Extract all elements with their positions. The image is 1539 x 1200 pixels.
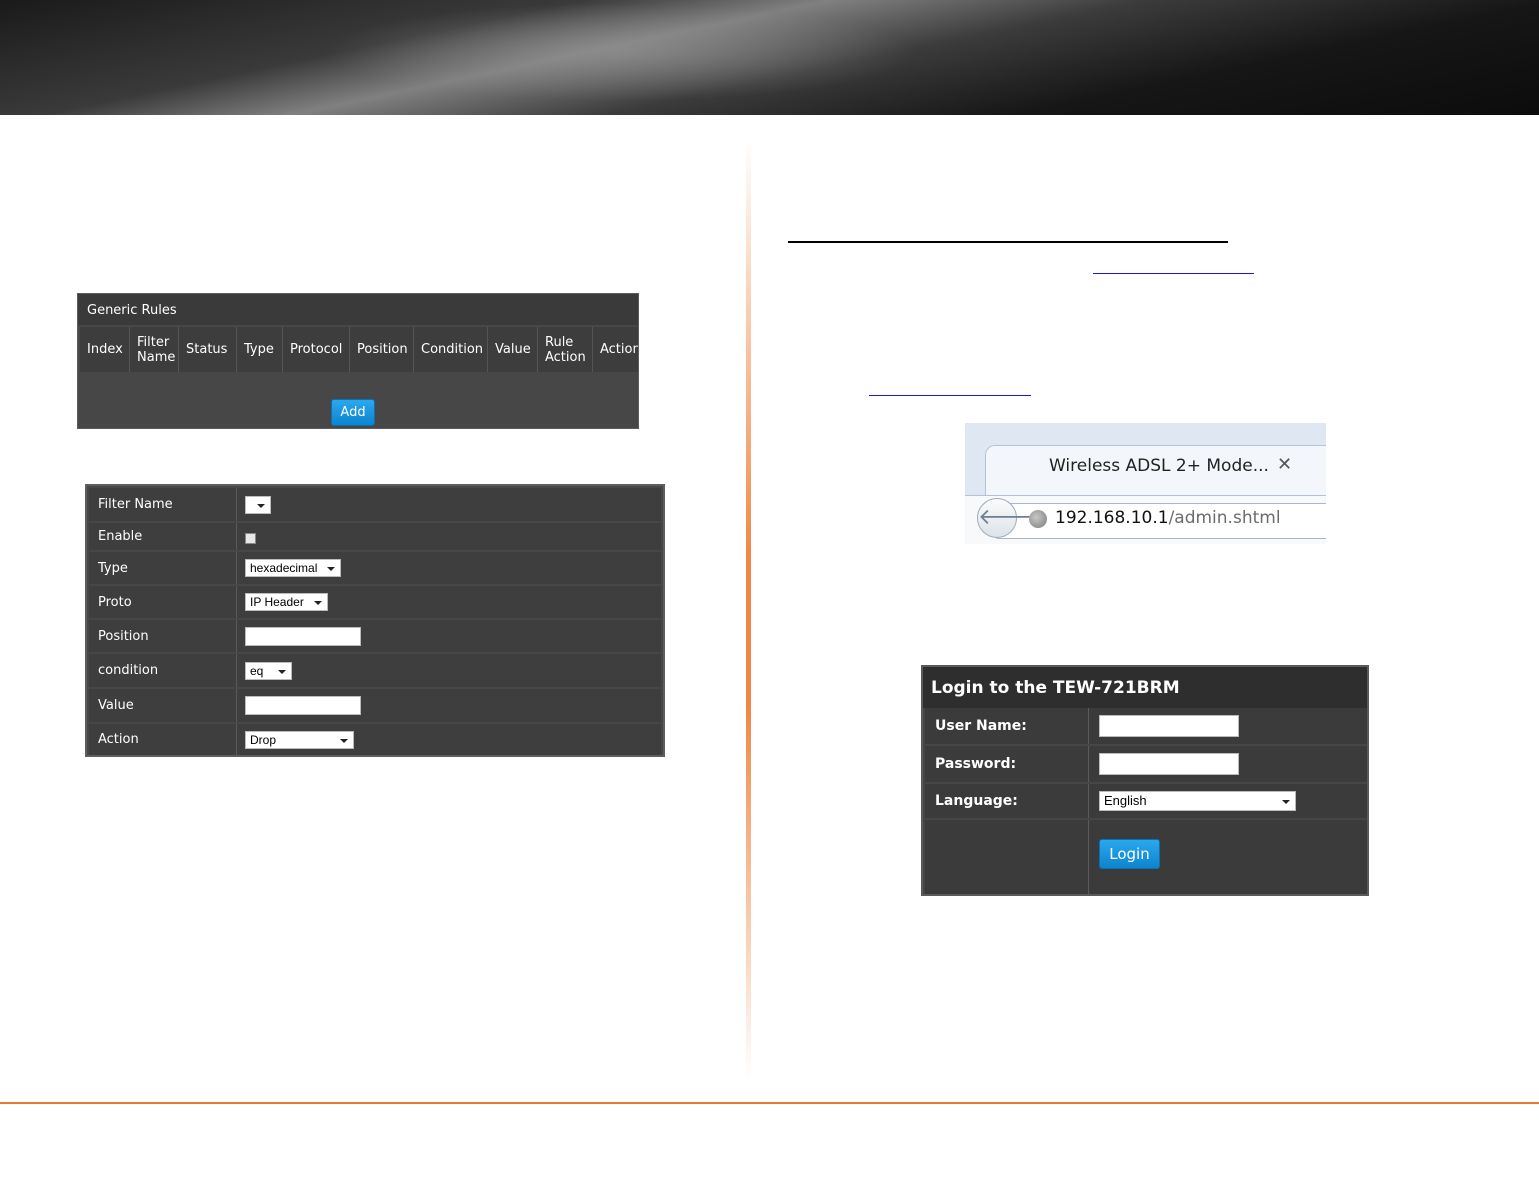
username-label: User Name: [925,708,1089,744]
filter-rule-form: Filter Name Enable Type hexadecimal Prot… [85,484,665,757]
chevron-down-icon [278,669,286,674]
filter-name-label: Filter Name [89,488,237,521]
proto-select[interactable]: IP Header [245,593,328,611]
hyperlink-underline[interactable] [869,395,1031,396]
form-row-type: Type hexadecimal [89,552,661,584]
header-banner [0,0,1539,115]
form-row-enable: Enable [89,523,661,550]
add-button[interactable]: Add [331,399,375,426]
globe-icon [1029,510,1047,528]
language-select[interactable]: English [1099,791,1296,811]
col-position: Position [350,327,414,372]
close-icon[interactable]: ✕ [1277,454,1292,475]
login-button[interactable]: Login [1099,839,1160,869]
address-url[interactable]: 192.168.10.1/admin.shtml [1055,508,1281,528]
condition-label: condition [89,654,237,687]
type-label: Type [89,552,237,584]
enable-label: Enable [89,523,237,550]
generic-rules-title: Generic Rules [78,294,638,325]
generic-rules-panel: Generic Rules Index Filter Name Status T… [77,293,639,429]
proto-label: Proto [89,586,237,618]
col-protocol: Protocol [283,327,350,372]
enable-checkbox[interactable] [245,532,256,544]
position-label: Position [89,620,237,652]
generic-rules-body: Add [80,374,638,426]
url-path: /admin.shtml [1168,508,1281,528]
action-select[interactable]: Drop [245,730,354,749]
form-row-value: Value [89,689,661,722]
form-row-filter-name: Filter Name [89,488,661,521]
chevron-down-icon [257,503,265,508]
col-condition: Condition [414,327,488,372]
value-label: Value [89,689,237,722]
chevron-down-icon [327,567,335,571]
login-panel: Login to the TEW-721BRM User Name: Passw… [921,665,1369,896]
col-action: Action [593,327,638,372]
login-title: Login to the TEW-721BRM [923,667,1367,708]
password-input[interactable] [1099,753,1239,775]
col-index: Index [80,327,130,372]
col-value: Value [488,327,538,372]
chevron-down-icon [340,738,348,743]
hyperlink-underline[interactable] [1093,273,1254,274]
column-divider [746,140,751,1080]
login-row-language: Language: English [925,784,1367,818]
heading-underline [788,241,1228,243]
empty-label-cell [925,820,1089,894]
form-row-action: Action Drop [89,724,661,755]
col-rule-action: Rule Action [538,327,593,372]
login-row-username: User Name: [925,708,1367,744]
back-arrow-icon[interactable]: 🡐 [977,498,1037,538]
form-row-proto: Proto IP Header [89,586,661,618]
browser-screenshot: Wireless ADSL 2+ Mode... ✕ 🡐 192.168.10.… [965,423,1326,544]
form-row-condition: condition eq [89,654,661,687]
footer-line [0,1102,1539,1104]
password-label: Password: [925,746,1089,782]
position-input[interactable] [245,626,361,646]
value-input[interactable] [245,696,361,715]
login-row-password: Password: [925,746,1367,782]
language-label: Language: [925,784,1089,818]
login-row-submit: Login [925,820,1367,894]
type-select[interactable]: hexadecimal [245,559,341,577]
chevron-down-icon [1282,800,1290,804]
form-row-position: Position [89,620,661,652]
generic-rules-header: Index Filter Name Status Type Protocol P… [80,327,638,372]
url-host: 192.168.10.1 [1055,508,1169,528]
chevron-down-icon [314,601,322,605]
col-filter-name: Filter Name [130,327,179,372]
filter-name-select[interactable] [245,495,271,514]
browser-tab-title: Wireless ADSL 2+ Mode... [1049,456,1269,476]
username-input[interactable] [1099,715,1239,737]
col-status: Status [179,327,237,372]
action-label: Action [89,724,237,755]
col-type: Type [237,327,283,372]
condition-select[interactable]: eq [245,661,292,680]
